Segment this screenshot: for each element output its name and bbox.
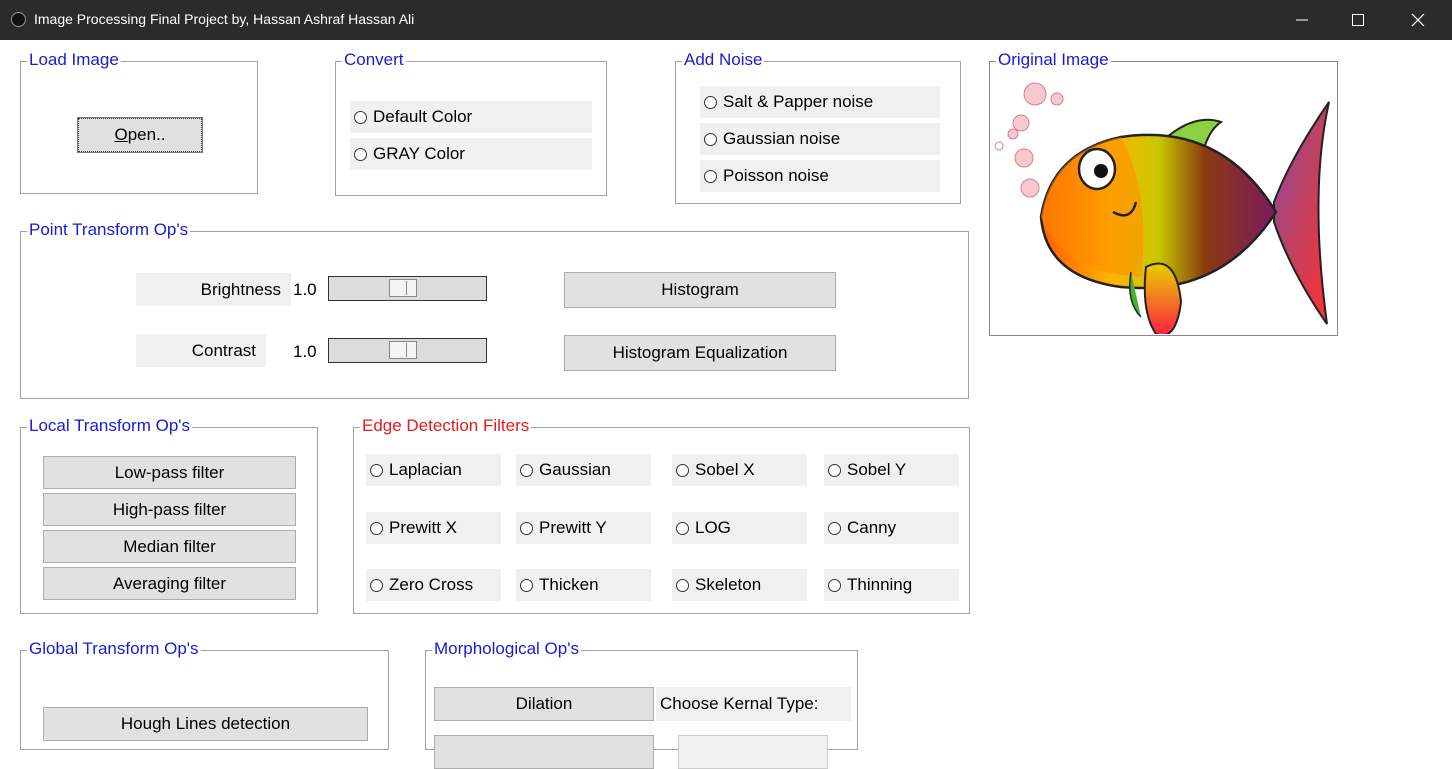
radio-icon xyxy=(676,463,689,477)
radio-icon xyxy=(704,132,717,146)
radio-prewitt-y[interactable]: Prewitt Y xyxy=(516,512,651,544)
add-noise-legend: Add Noise xyxy=(682,50,765,70)
averaging-filter-button[interactable]: Averaging filter xyxy=(43,567,296,600)
radio-icon xyxy=(370,578,383,592)
close-button[interactable] xyxy=(1390,0,1446,40)
load-image-legend: Load Image xyxy=(27,50,121,70)
radio-thicken[interactable]: Thicken xyxy=(516,569,651,601)
radio-icon xyxy=(354,147,367,161)
radio-laplacian[interactable]: Laplacian xyxy=(366,454,501,486)
global-transform-group: Global Transform Op's Hough Lines detect… xyxy=(20,639,389,750)
radio-canny[interactable]: Canny xyxy=(824,512,959,544)
app-icon xyxy=(11,12,26,27)
radio-default-color[interactable]: Default Color xyxy=(350,101,592,133)
erosion-button-partial[interactable] xyxy=(434,735,654,769)
convert-group: Convert Default Color GRAY Color xyxy=(335,50,607,196)
radio-icon xyxy=(704,169,717,183)
radio-icon xyxy=(828,521,841,535)
radio-icon xyxy=(370,463,383,477)
point-transform-legend: Point Transform Op's xyxy=(27,220,191,240)
radio-icon xyxy=(676,578,689,592)
radio-log[interactable]: LOG xyxy=(672,512,807,544)
original-image-group: Original Image xyxy=(989,50,1338,336)
radio-icon xyxy=(828,578,841,592)
maximize-icon xyxy=(1352,14,1364,26)
radio-poisson-noise[interactable]: Poisson noise xyxy=(700,160,940,192)
local-transform-legend: Local Transform Op's xyxy=(27,416,193,436)
load-image-group: Load Image Open.. xyxy=(20,50,258,194)
slider-thumb[interactable] xyxy=(389,341,417,359)
radio-icon xyxy=(520,463,533,477)
close-icon xyxy=(1411,13,1425,27)
fish-image xyxy=(994,82,1330,334)
contrast-label: Contrast xyxy=(136,334,266,367)
minimize-icon xyxy=(1296,19,1308,21)
dilation-button[interactable]: Dilation xyxy=(434,687,654,721)
radio-gaussian-noise[interactable]: Gaussian noise xyxy=(700,123,940,155)
maximize-button[interactable] xyxy=(1330,0,1386,40)
contrast-value: 1.0 xyxy=(293,342,317,361)
kernel-type-label: Choose Kernal Type: xyxy=(656,687,851,721)
brightness-label: Brightness xyxy=(136,273,291,306)
radio-skeleton[interactable]: Skeleton xyxy=(672,569,807,601)
brightness-slider[interactable] xyxy=(328,276,487,301)
radio-icon xyxy=(520,521,533,535)
original-image-legend: Original Image xyxy=(996,50,1111,70)
low-pass-filter-button[interactable]: Low-pass filter xyxy=(43,456,296,489)
slider-thumb[interactable] xyxy=(389,279,417,297)
radio-thinning[interactable]: Thinning xyxy=(824,569,959,601)
brightness-value: 1.0 xyxy=(293,280,317,299)
radio-icon xyxy=(676,521,689,535)
kernel-type-select[interactable] xyxy=(678,735,828,769)
morphological-legend: Morphological Op's xyxy=(432,639,581,659)
convert-legend: Convert xyxy=(342,50,406,70)
hough-lines-button[interactable]: Hough Lines detection xyxy=(43,707,368,741)
radio-icon xyxy=(370,521,383,535)
high-pass-filter-button[interactable]: High-pass filter xyxy=(43,493,296,526)
edge-detection-legend: Edge Detection Filters xyxy=(360,416,532,436)
window-title: Image Processing Final Project by, Hassa… xyxy=(34,11,415,27)
morphological-group: Morphological Op's Dilation Choose Kerna… xyxy=(425,639,858,769)
radio-gaussian[interactable]: Gaussian xyxy=(516,454,651,486)
radio-icon xyxy=(520,578,533,592)
radio-prewitt-x[interactable]: Prewitt X xyxy=(366,512,501,544)
radio-sobel-y[interactable]: Sobel Y xyxy=(824,454,959,486)
add-noise-group: Add Noise Salt & Papper noise Gaussian n… xyxy=(675,50,961,204)
radio-sobel-x[interactable]: Sobel X xyxy=(672,454,807,486)
contrast-slider[interactable] xyxy=(328,338,487,363)
open-button[interactable]: Open.. xyxy=(77,117,203,153)
radio-zero-cross[interactable]: Zero Cross xyxy=(366,569,501,601)
global-transform-legend: Global Transform Op's xyxy=(27,639,201,659)
radio-gray-color[interactable]: GRAY Color xyxy=(350,138,592,170)
local-transform-group: Local Transform Op's Low-pass filter Hig… xyxy=(20,416,318,614)
histogram-equalization-button[interactable]: Histogram Equalization xyxy=(564,335,836,371)
minimize-button[interactable] xyxy=(1274,0,1330,40)
edge-detection-group: Edge Detection Filters Laplacian Gaussian… xyxy=(353,416,970,614)
histogram-button[interactable]: Histogram xyxy=(564,272,836,308)
radio-salt-pepper-noise[interactable]: Salt & Papper noise xyxy=(700,86,940,118)
radio-icon xyxy=(828,463,841,477)
title-bar: Image Processing Final Project by, Hassa… xyxy=(0,0,1452,40)
median-filter-button[interactable]: Median filter xyxy=(43,530,296,563)
radio-icon xyxy=(354,110,367,124)
point-transform-group: Point Transform Op's Brightness 1.0 Hist… xyxy=(20,220,969,399)
radio-icon xyxy=(704,95,717,109)
